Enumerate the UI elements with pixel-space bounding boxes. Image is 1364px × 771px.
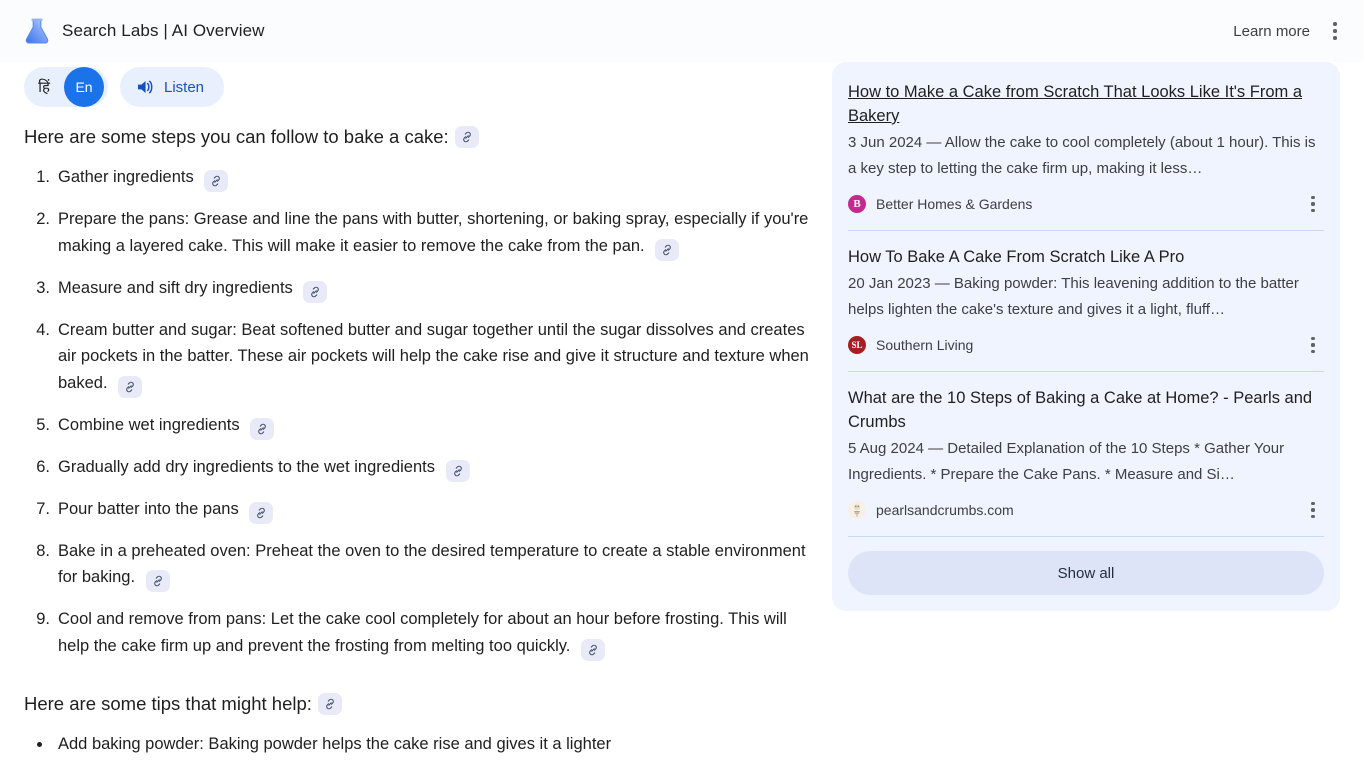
language-toggle[interactable]: हिं En [24,67,108,107]
list-item: Bake in a preheated oven: Preheat the ov… [24,538,814,592]
source-title[interactable]: How To Bake A Cake From Scratch Like A P… [848,245,1324,269]
kebab-dot [1311,502,1315,506]
step-text: Pour batter into the pans [58,499,239,518]
list-item: Cream butter and sugar: Beat softened bu… [24,317,814,398]
link-icon[interactable] [204,170,229,192]
list-item: Gather ingredients [24,164,814,192]
link-icon[interactable] [118,375,143,398]
source-title[interactable]: How to Make a Cake from Scratch That Loo… [848,80,1324,128]
kebab-menu-icon[interactable] [1302,498,1324,522]
tips-heading-text: Here are some tips that might help: [24,692,312,714]
link-icon[interactable] [655,238,680,261]
kebab-dot [1333,36,1337,40]
source-title[interactable]: What are the 10 Steps of Baking a Cake a… [848,386,1324,434]
listen-button[interactable]: Listen [120,67,225,107]
list-item: Combine wet ingredients [24,412,814,440]
top-bar: Search Labs | AI Overview Learn more [0,0,1364,62]
link-icon[interactable] [250,417,275,440]
step-text: Gather ingredients [58,168,194,186]
step-text: Measure and sift dry ingredients [58,278,293,297]
list-item: Prepare the pans: Grease and line the pa… [24,206,814,261]
divider [848,230,1324,231]
step-text: Cool and remove from pans: Let the cake … [58,610,787,655]
step-text: Cream butter and sugar: Beat softened bu… [58,320,809,392]
kebab-dot [1311,514,1315,518]
divider [848,371,1324,372]
source-snippet: 5 Aug 2024 — Detailed Explanation of the… [848,440,1285,483]
favicon-better-homes-gardens: B [848,195,866,213]
show-all-button[interactable]: Show all [848,551,1324,595]
list-item: Measure and sift dry ingredients [24,275,814,303]
favicon-southern-living: SL [848,336,866,354]
list-item: Cool and remove from pans: Let the cake … [24,606,814,661]
step-text: Gradually add dry ingredients to the wet… [58,457,435,476]
kebab-menu-icon[interactable] [1324,18,1346,44]
listen-button-label: Listen [164,78,205,96]
source-result[interactable]: How to Make a Cake from Scratch That Loo… [848,80,1324,230]
link-icon[interactable] [249,501,274,524]
tip-text: Add baking powder: Baking powder helps t… [58,734,612,753]
source-snippet: 3 Jun 2024 — Allow the cake to cool comp… [848,134,1316,177]
step-text: Combine wet ingredients [58,415,240,434]
ai-overview-content: Here are some steps you can follow to ba… [24,122,814,771]
tips-heading: Here are some tips that might help: [24,689,814,719]
steps-list: Gather ingredients Prepare the pans: Gre… [24,164,814,661]
speaker-icon [138,80,153,94]
link-icon[interactable] [445,459,470,482]
top-bar-actions: Learn more [1233,18,1346,44]
language-option-english[interactable]: En [64,67,104,107]
source-footer: SL Southern Living [848,333,1324,357]
brand: Search Labs | AI Overview [24,17,265,45]
kebab-dot [1333,29,1337,33]
kebab-dot [1311,343,1315,347]
sources-card: How to Make a Cake from Scratch That Loo… [832,62,1340,611]
list-item: Add baking powder: Baking powder helps t… [24,731,814,758]
kebab-dot [1311,208,1315,212]
favicon-illustration [848,501,866,519]
steps-heading: Here are some steps you can follow to ba… [24,122,814,152]
source-result[interactable]: How To Bake A Cake From Scratch Like A P… [848,245,1324,371]
source-site-name: Southern Living [876,337,974,353]
link-icon[interactable] [454,126,479,148]
link-icon[interactable] [145,570,170,592]
link-icon[interactable] [303,280,328,303]
learn-more-link[interactable]: Learn more [1233,23,1310,40]
source-result[interactable]: What are the 10 Steps of Baking a Cake a… [848,386,1324,536]
flask-icon [25,18,49,44]
language-option-hindi[interactable]: हिं [24,67,64,107]
list-item: Pour batter into the pans [24,496,814,524]
link-icon[interactable] [317,692,342,715]
steps-heading-text: Here are some steps you can follow to ba… [24,126,449,147]
tips-list: Add baking powder: Baking powder helps t… [24,731,814,758]
step-text: Bake in a preheated oven: Preheat the ov… [58,541,806,587]
link-icon[interactable] [580,638,605,661]
source-snippet: 20 Jan 2023 — Baking powder: This leaven… [848,275,1299,318]
source-footer: B Better Homes & Gardens [848,192,1324,216]
page-title: Search Labs | AI Overview [62,21,265,40]
kebab-menu-icon[interactable] [1302,192,1324,216]
controls-row: हिं En Listen [24,67,225,107]
kebab-dot [1311,196,1315,200]
kebab-menu-icon[interactable] [1302,333,1324,357]
divider [848,536,1324,537]
source-site-name: pearlsandcrumbs.com [876,502,1014,518]
kebab-dot [1311,337,1315,341]
source-footer: pearlsandcrumbs.com [848,498,1324,522]
source-site-name: Better Homes & Gardens [876,196,1033,212]
kebab-dot [1311,349,1315,353]
kebab-dot [1311,508,1315,512]
favicon-pearlsandcrumbs [848,501,866,519]
kebab-dot [1333,22,1337,26]
list-item: Gradually add dry ingredients to the wet… [24,454,814,482]
kebab-dot [1311,202,1315,206]
step-text: Prepare the pans: Grease and line the pa… [58,210,809,255]
